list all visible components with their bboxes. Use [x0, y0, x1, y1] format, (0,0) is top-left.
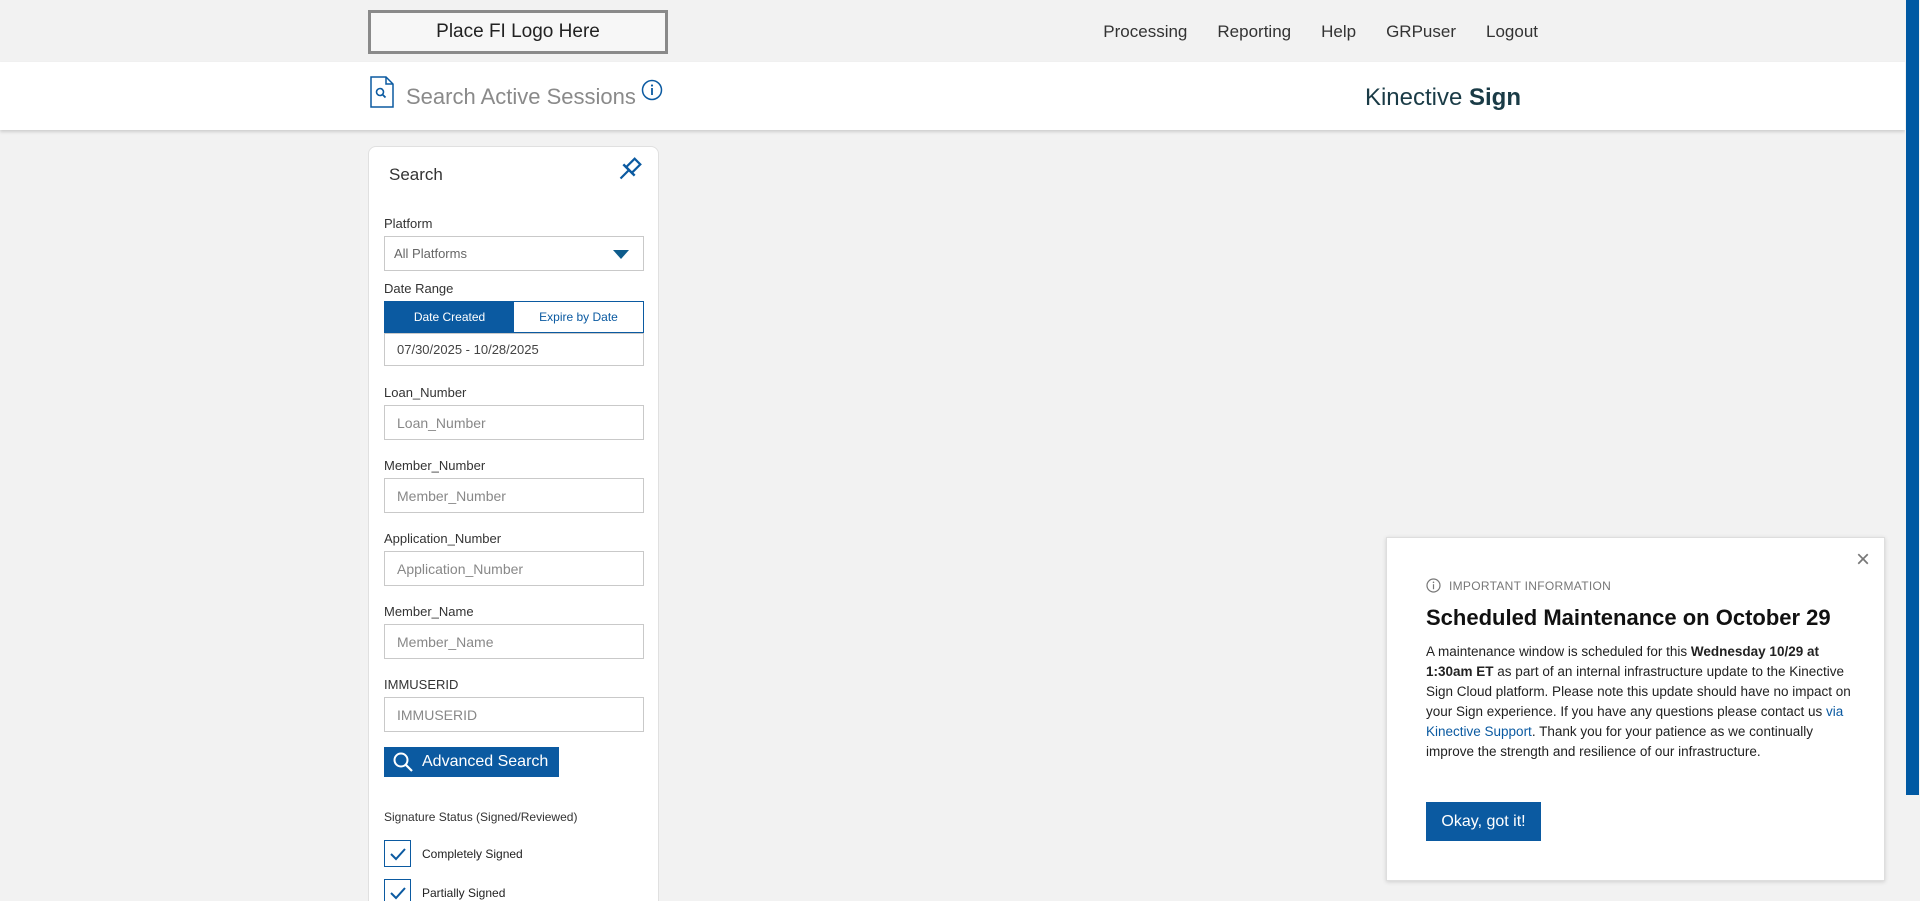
platform-label: Platform — [384, 216, 433, 231]
close-icon[interactable]: × — [1856, 548, 1870, 572]
checkbox-label: Partially Signed — [422, 885, 506, 900]
member-number-field[interactable]: Member_Number — [384, 478, 644, 513]
checkbox[interactable] — [384, 840, 411, 867]
popup-title: Scheduled Maintenance on October 29 — [1426, 605, 1831, 630]
scrollbar-thumb[interactable] — [1906, 0, 1919, 795]
immuserid-field[interactable]: IMMUSERID — [384, 697, 644, 732]
application-number-field[interactable]: Application_Number — [384, 551, 644, 586]
chevron-down-icon — [613, 250, 629, 259]
checkmark-icon — [389, 847, 406, 860]
checkbox-partially-signed[interactable]: Partially Signed — [384, 879, 505, 901]
tab-date-created[interactable]: Date Created — [385, 302, 514, 332]
logo-placeholder[interactable]: Place FI Logo Here — [368, 10, 668, 54]
brand-logo: Kinective Sign — [1365, 84, 1521, 112]
loan-number-field[interactable]: Loan_Number — [384, 405, 644, 440]
member-name-field[interactable]: Member_Name — [384, 624, 644, 659]
member-number-label: Member_Number — [384, 458, 486, 473]
brand-product: Sign — [1469, 84, 1521, 111]
search-panel: Search Platform All Platforms Date Range… — [368, 146, 659, 901]
checkbox-completely-signed[interactable]: Completely Signed — [384, 840, 523, 867]
loan-number-label: Loan_Number — [384, 385, 467, 400]
brand-name: Kinective — [1364, 84, 1463, 111]
page-title: Search Active Sessions — [406, 84, 636, 109]
date-range-label: Date Range — [384, 281, 454, 296]
info-icon[interactable] — [641, 79, 663, 101]
checkbox[interactable] — [384, 879, 411, 901]
info-icon — [1426, 578, 1441, 593]
tab-expire-by-date[interactable]: Expire by Date — [514, 302, 643, 332]
date-range-input[interactable]: 07/30/2025 - 10/28/2025 — [384, 333, 644, 366]
okay-got-it-button[interactable]: Okay, got it! — [1426, 802, 1541, 841]
nav-logout[interactable]: Logout — [1486, 22, 1538, 42]
immuserid-label: IMMUSERID — [384, 677, 459, 692]
maintenance-popup: × IMPORTANT INFORMATION Scheduled Mainte… — [1386, 537, 1885, 881]
checkbox-label: Completely Signed — [422, 846, 523, 861]
search-panel-title: Search — [389, 165, 443, 184]
advanced-search-button[interactable]: Advanced Search — [384, 747, 559, 777]
search-icon — [393, 752, 413, 772]
checkmark-icon — [389, 886, 406, 899]
advanced-search-label: Advanced Search — [422, 753, 549, 770]
platform-select[interactable]: All Platforms — [384, 236, 644, 271]
nav-user[interactable]: GRPuser — [1386, 22, 1456, 42]
nav-reporting[interactable]: Reporting — [1217, 22, 1291, 42]
popup-body-text: A maintenance window is scheduled for th… — [1426, 644, 1691, 659]
page-header — [0, 62, 1905, 130]
popup-kicker: IMPORTANT INFORMATION — [1426, 578, 1611, 593]
top-bar — [0, 0, 1905, 62]
popup-kicker-text: IMPORTANT INFORMATION — [1449, 578, 1612, 593]
signature-status-label: Signature Status (Signed/Reviewed) — [384, 810, 578, 824]
platform-value: All Platforms — [394, 246, 467, 261]
nav-help[interactable]: Help — [1321, 22, 1356, 42]
document-search-icon — [370, 76, 394, 108]
top-nav: Processing Reporting Help GRPuser Logout — [1103, 22, 1538, 42]
nav-processing[interactable]: Processing — [1103, 22, 1187, 42]
application-number-label: Application_Number — [384, 531, 502, 546]
pin-icon[interactable] — [614, 155, 644, 185]
member-name-label: Member_Name — [384, 604, 474, 619]
date-range-toggle: Date Created Expire by Date — [384, 301, 644, 333]
popup-body: A maintenance window is scheduled for th… — [1426, 642, 1851, 762]
